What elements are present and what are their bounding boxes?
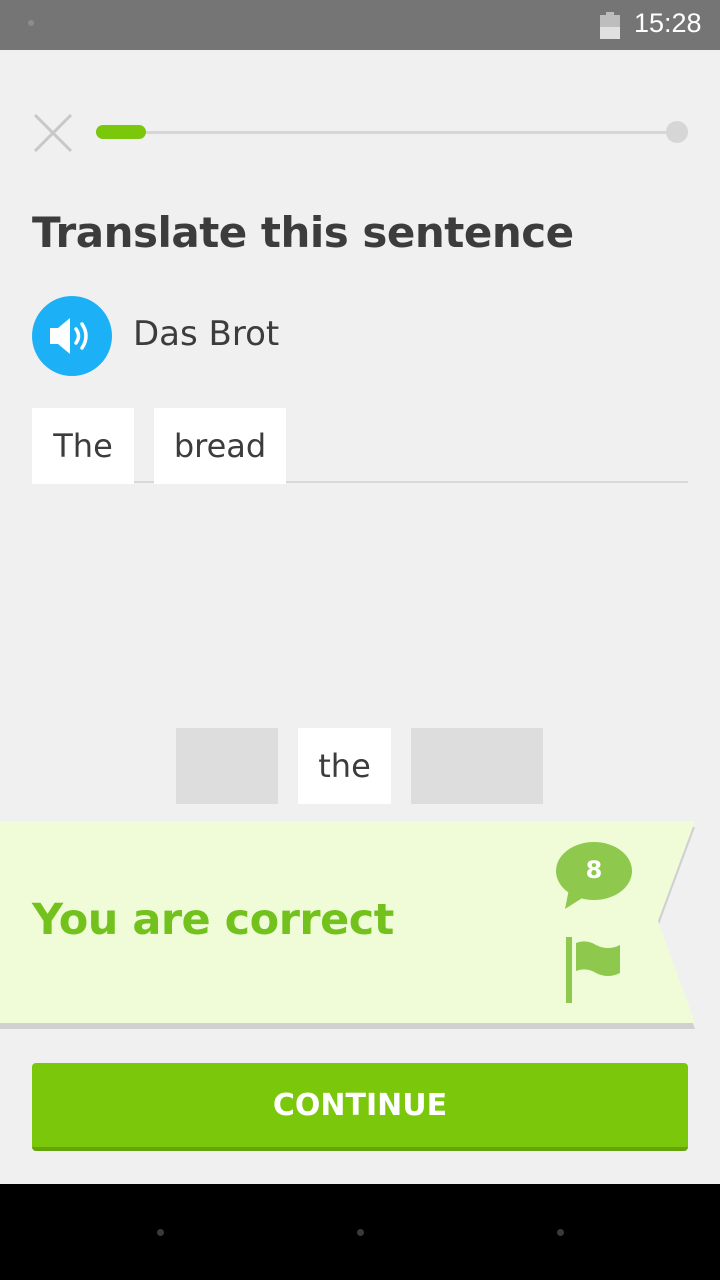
feedback-message: You are correct (32, 895, 394, 945)
status-time: 15:28 (634, 8, 702, 38)
speaker-icon (50, 318, 88, 354)
flag-icon (566, 937, 620, 1003)
battery-icon (600, 12, 620, 39)
continue-button[interactable]: CONTINUE (32, 1063, 688, 1151)
feedback-banner: You are correct 8 (0, 821, 720, 1029)
nav-recents-button[interactable] (557, 1229, 564, 1236)
nav-back-button[interactable] (157, 1229, 164, 1236)
discussion-button[interactable]: 8 (555, 839, 637, 913)
word-bank-empty-slot (411, 728, 543, 804)
progress-end-marker (666, 121, 688, 143)
prompt-sentence: Das Brot (133, 314, 280, 354)
exercise-title: Translate this sentence (32, 208, 574, 257)
lesson-progress-bar (96, 121, 688, 143)
close-icon[interactable] (30, 110, 76, 156)
report-button[interactable] (562, 935, 628, 1005)
word-bank-tile[interactable]: the (298, 728, 391, 804)
comment-count: 8 (585, 856, 603, 884)
answer-tile[interactable]: The (32, 408, 134, 484)
navigation-bar (0, 1184, 720, 1280)
word-bank-empty-slot (176, 728, 278, 804)
status-bar: 15:28 (0, 0, 720, 50)
nav-home-button[interactable] (357, 1229, 364, 1236)
notification-dot (28, 20, 34, 26)
progress-fill (96, 125, 146, 139)
progress-track (96, 131, 676, 134)
speaker-button[interactable] (32, 296, 112, 376)
answer-tile[interactable]: bread (154, 408, 286, 484)
